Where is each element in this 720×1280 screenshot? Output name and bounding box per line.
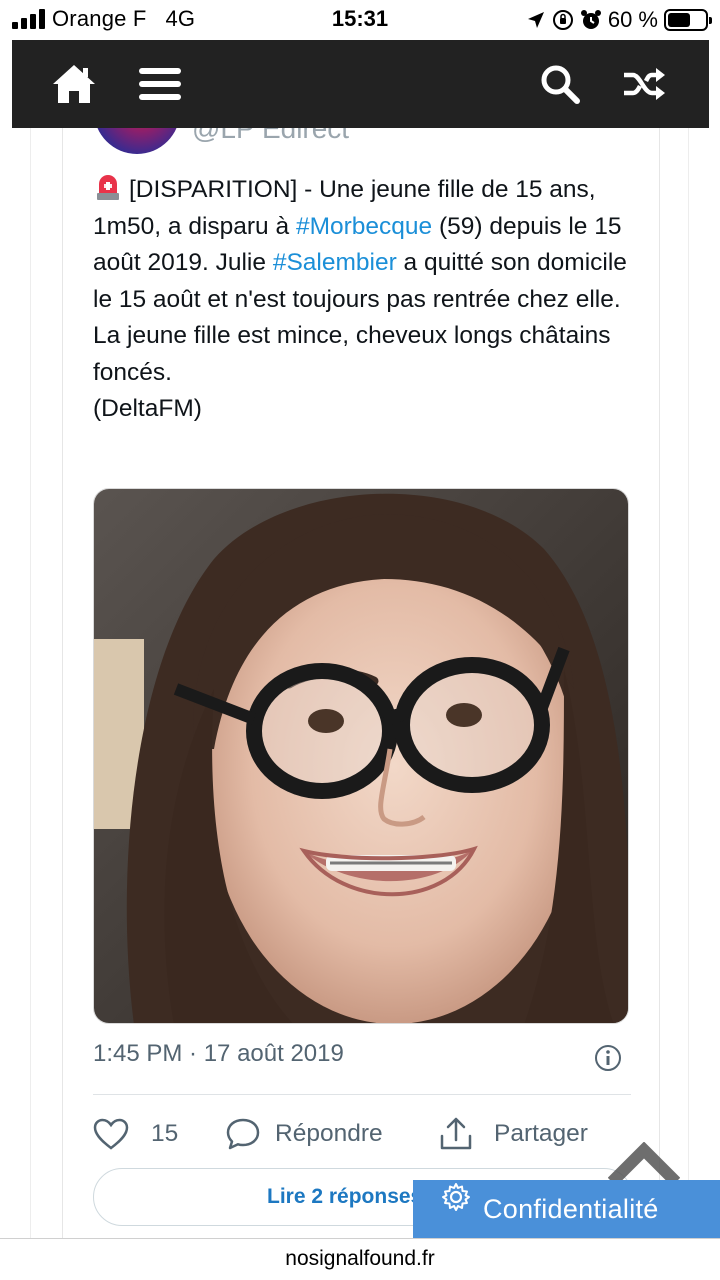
share-label: Partager [494,1120,588,1147]
site-domain: nosignalfound.fr [285,1247,435,1270]
reply-button[interactable]: Répondre [225,1112,383,1156]
status-bar: Orange F 4G 15:31 60 % [0,0,720,40]
share-button[interactable]: Partager [438,1112,588,1156]
battery-icon [664,9,712,31]
hashtag-link[interactable]: #Salembier [273,249,397,276]
tweet-actions: 15 Répondre Partager [93,1112,633,1156]
status-right: 60 % [526,6,712,34]
hashtag-link[interactable]: #Morbecque [296,213,432,240]
gear-icon [442,1183,470,1211]
top-nav-bar [12,40,709,128]
menu-icon[interactable] [136,62,184,106]
battery-percent: 60 % [607,7,658,32]
read-replies-label: Lire 2 réponses [267,1185,423,1208]
tweet-text: [DISPARITION] - Une jeune fille de 15 an… [93,172,638,428]
heart-icon [93,1118,129,1150]
tweet-timestamp[interactable]: 1:45 PM · 17 août 2019 [93,1040,344,1068]
like-count: 15 [151,1120,179,1147]
alarm-icon [580,10,601,29]
privacy-label: Confidentialité [483,1194,659,1224]
home-icon[interactable] [50,62,98,106]
shuffle-icon[interactable] [620,62,668,106]
search-icon[interactable] [536,62,584,106]
divider [93,1094,631,1095]
browser-url-bar[interactable]: nosignalfound.fr [0,1238,720,1280]
rotating-light-emoji-icon [97,175,119,200]
reply-bubble-icon [226,1118,260,1150]
like-button[interactable]: 15 [93,1112,178,1156]
page-border-left [30,128,31,1248]
tweet-photo[interactable] [93,488,629,1024]
privacy-settings-button[interactable]: Confidentialité [413,1180,720,1238]
reply-label: Répondre [275,1120,383,1147]
share-upload-icon [440,1117,472,1150]
page-border-right [688,128,689,1248]
location-arrow-icon [527,12,544,28]
info-icon[interactable] [594,1044,622,1072]
battery-level [668,13,690,27]
orientation-lock-icon [552,10,573,30]
portrait-image [94,489,628,1023]
